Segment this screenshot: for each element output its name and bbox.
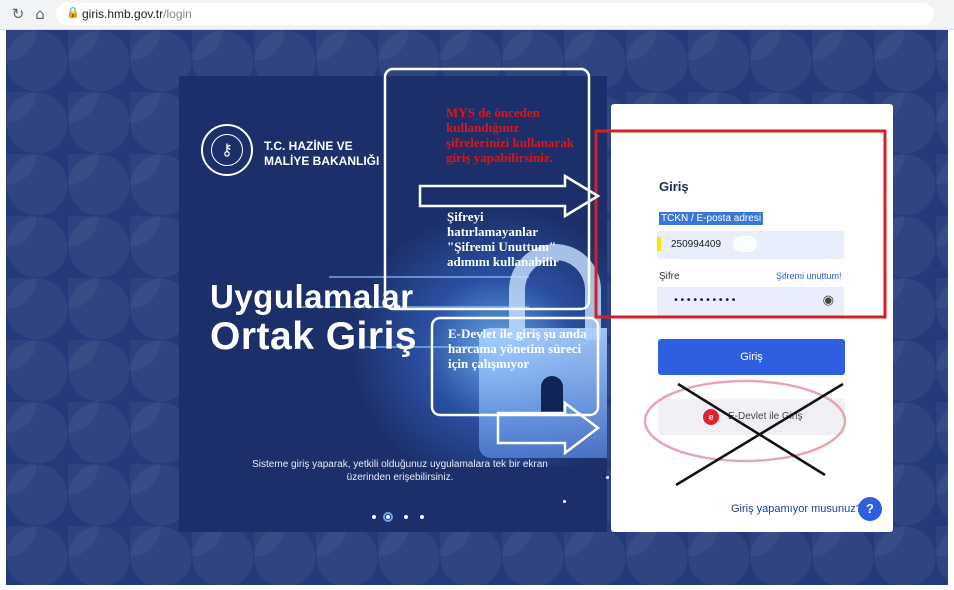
id-field-value: 250994409 [671,239,722,250]
id-field-label: TCKN / E-posta adresi [659,212,764,225]
address-bar[interactable]: 🔒 giris.hmb.gov.tr/login [56,3,934,25]
edevlet-icon: e [703,409,719,425]
login-card [611,104,893,532]
carousel-dots [370,512,430,524]
login-button[interactable]: Giriş [658,339,845,375]
eye-icon[interactable]: ◉ [823,293,834,308]
reload-icon[interactable]: ↻ [8,4,28,24]
annotation-edevlet-note: E-Devlet ile giriş şu anda harcama yönet… [448,326,587,371]
help-question-icon[interactable]: ? [858,497,882,521]
edevlet-login-button[interactable]: e E-Devlet ile Giriş [658,399,845,435]
carousel-dot[interactable] [372,515,376,519]
carousel-dot[interactable] [404,515,408,519]
password-value: •••••••••• [673,295,737,306]
carousel-dot[interactable] [420,515,424,519]
hero-subtitle: Sisteme giriş yaparak, yetkili olduğunuz… [252,459,548,483]
keyhole-icon [541,376,563,416]
forgot-password-link[interactable]: Şifremi unuttum! [776,271,842,281]
text-highlight-marker [657,237,661,251]
browser-toolbar: ↻ ⌂ 🔒 giris.hmb.gov.tr/login [0,0,954,30]
ministry-emblem-icon: ⚷ [201,124,253,176]
annotation-red-note: MYS de önceden kullandığınız şifrelerini… [446,105,574,165]
sparkle [606,476,609,479]
annotation-forgot-note: Şifreyi hatırlamayanlar "Şifremi Unuttum… [447,209,559,269]
password-input[interactable]: •••••••••• ◉ [657,287,844,317]
ministry-name: T.C. HAZİNE VE MALİYE BAKANLIĞI [264,139,380,168]
hero-title-line1: Uygulamalar [210,278,414,315]
url-text: giris.hmb.gov.tr/login [82,7,192,21]
sparkle [563,500,566,503]
password-label: Şifre [659,271,680,282]
carousel-dot-active[interactable] [383,512,393,522]
edevlet-button-label: E-Devlet ile Giriş [728,411,803,422]
hero-title-line2: Ortak Giriş [210,315,418,358]
cannot-login-link[interactable]: Giriş yapamıyor musunuz? [731,503,862,515]
login-title: Giriş [659,179,689,194]
emblem-key-icon: ⚷ [211,134,243,166]
home-icon[interactable]: ⌂ [30,4,50,24]
lock-icon: 🔒 [66,6,80,19]
tckn-email-input[interactable]: 250994409 [657,231,844,259]
redaction-blur [733,236,757,252]
